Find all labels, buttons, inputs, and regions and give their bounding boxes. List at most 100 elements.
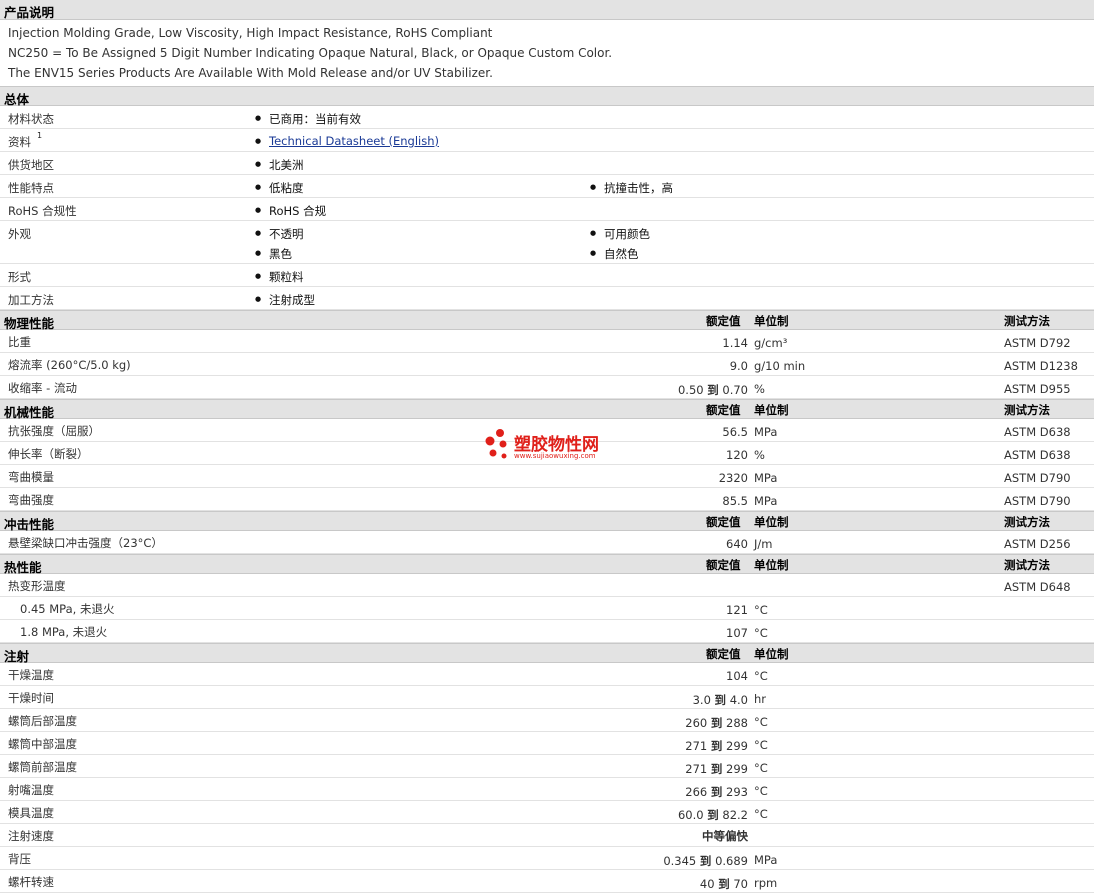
injection-row: 螺筒中部温度 271 到 299 °C <box>0 732 1094 755</box>
header-unit: 单位制 <box>754 558 789 572</box>
property-label: 螺筒后部温度 <box>8 714 77 728</box>
range-separator: 到 <box>710 716 723 730</box>
general-label: 材料状态 <box>8 112 54 126</box>
impact-properties: 悬壁梁缺口冲击强度（23°C） 640 J/m ASTM D256 <box>0 531 1094 554</box>
property-unit: °C <box>754 603 768 617</box>
property-value: 640 <box>726 537 748 551</box>
general-properties: 材料状态 已商用：当前有效资料 1 Technical Datasheet (Engl… <box>0 106 1094 310</box>
property-label: 注射速度 <box>8 829 54 843</box>
property-unit: J/m <box>754 537 773 551</box>
header-nominal: 额定值 <box>706 515 741 529</box>
section-title: 产品说明 <box>4 5 55 20</box>
general-value: 注射成型 <box>255 292 315 308</box>
footnote-marker: 1 <box>37 131 43 140</box>
general-label: 性能特点 <box>8 181 54 195</box>
range-separator: 到 <box>710 762 723 776</box>
physical-row: 收缩率 - 流动 0.50 到 0.70% ASTM D955 <box>0 376 1094 399</box>
property-unit: rpm <box>754 876 778 890</box>
range-separator: 到 <box>718 877 730 891</box>
property-unit: °C <box>754 669 768 683</box>
property-value: 60.0 到 82.2 <box>678 807 748 823</box>
range-from: 3.0 <box>692 693 711 707</box>
range-to: 4.0 <box>729 693 748 707</box>
property-unit: MPa <box>754 425 778 439</box>
section-header-general: 总体 <box>0 86 1094 107</box>
thermal-row: 0.45 MPa, 未退火 121 °C <box>0 597 1094 620</box>
test-method: ASTM D638 <box>1004 425 1071 439</box>
property-value: 266 到 293 <box>685 784 748 800</box>
header-unit: 单位制 <box>754 403 789 417</box>
range-from: 0.50 <box>677 383 704 397</box>
general-value: 北美洲 <box>255 157 303 173</box>
general-value: 颗粒料 <box>255 269 303 285</box>
general-row: 性能特点 低粘度 抗撞击性，高 <box>0 175 1094 198</box>
range-to: 299 <box>726 762 748 776</box>
property-label: 背压 <box>8 852 31 866</box>
property-value: 271 到 299 <box>685 761 748 777</box>
property-label: 悬壁梁缺口冲击强度（23°C） <box>8 536 163 550</box>
injection-row: 螺筒后部温度 260 到 288 °C <box>0 709 1094 732</box>
test-method: ASTM D792 <box>1004 336 1071 350</box>
header-nominal: 额定值 <box>706 403 741 417</box>
header-nominal: 额定值 <box>706 314 741 328</box>
injection-row: 螺筒前部温度 271 到 299 °C <box>0 755 1094 778</box>
section-header-thermal: 热性能 额定值 单位制 测试方法 <box>0 554 1094 575</box>
general-label: 外观 <box>8 227 31 241</box>
injection-row: 干燥温度 104 °C <box>0 663 1094 686</box>
property-unit: MPa <box>754 853 778 867</box>
property-unit: °C <box>754 738 768 752</box>
header-unit: 单位制 <box>754 314 789 328</box>
test-method: ASTM D790 <box>1004 494 1071 508</box>
general-label: 加工方法 <box>8 293 54 307</box>
mechanical-row: 弯曲模量 2320 MPa ASTM D790 <box>0 465 1094 488</box>
property-label: 干燥温度 <box>8 668 54 682</box>
injection-row: 背压 0.345 到 0.689 MPa <box>0 847 1094 870</box>
general-value: 低粘度 <box>255 180 303 196</box>
test-method: ASTM D1238 <box>1004 359 1078 373</box>
property-value: 9.0 <box>729 359 748 373</box>
description-line: NC250 = To Be Assigned 5 Digit Number In… <box>8 46 613 60</box>
section-header-physical: 物理性能 额定值 单位制 测试方法 <box>0 310 1094 331</box>
range-separator: 到 <box>707 383 719 397</box>
range-from: 0.345 <box>663 854 697 868</box>
header-method: 测试方法 <box>1004 558 1050 572</box>
physical-properties: 比重 1.14 g/cm³ ASTM D792 熔流率 (260°C/5.0 kg) 9.… <box>0 330 1094 399</box>
general-value: 可用颜色 <box>590 226 650 242</box>
datasheet-link[interactable]: Technical Datasheet (English) <box>269 134 439 148</box>
property-unit: hr <box>754 692 767 706</box>
test-method: ASTM D638 <box>1004 448 1071 462</box>
range-to: 0.70 <box>722 383 748 397</box>
property-value: 104 <box>726 669 748 683</box>
mechanical-row: 弯曲强度 85.5 MPa ASTM D790 <box>0 488 1094 511</box>
section-header-description: 产品说明 <box>0 0 1094 20</box>
range-from: 60.0 <box>677 808 704 822</box>
general-row: 供货地区 北美洲 <box>0 152 1094 175</box>
property-label: 收缩率 - 流动 <box>8 381 77 395</box>
property-value: 107 <box>726 626 748 640</box>
header-nominal: 额定值 <box>706 647 741 661</box>
property-value: 260 到 288 <box>685 715 748 731</box>
physical-row: 熔流率 (260°C/5.0 kg) 9.0 g/10 min ASTM D1238 <box>0 353 1094 376</box>
property-value: 0.345 到 0.689 <box>663 853 748 869</box>
watermark-url: www.sujiaowuxing.com <box>514 452 596 460</box>
header-unit: 单位制 <box>754 515 789 529</box>
general-label: 资料 <box>8 135 31 149</box>
injection-row: 模具温度 60.0 到 82.2 °C <box>0 801 1094 824</box>
property-value: 121 <box>726 603 748 617</box>
general-value: 不透明 <box>255 226 303 242</box>
test-method: ASTM D648 <box>1004 580 1071 594</box>
general-row: 形式 颗粒料 <box>0 264 1094 287</box>
property-unit: % <box>754 448 765 462</box>
header-method: 测试方法 <box>1004 515 1050 529</box>
physical-row: 比重 1.14 g/cm³ ASTM D792 <box>0 330 1094 353</box>
range-to: 288 <box>726 716 748 730</box>
section-header-mechanical: 机械性能 额定值 单位制 测试方法 <box>0 399 1094 420</box>
range-from: 266 <box>685 785 708 799</box>
property-value: 中等偏快 <box>702 829 748 843</box>
range-separator: 到 <box>699 854 712 868</box>
property-label: 热变形温度 <box>8 579 66 593</box>
property-label: 熔流率 (260°C/5.0 kg) <box>8 358 131 372</box>
property-label: 干燥时间 <box>8 691 54 705</box>
range-separator: 到 <box>710 785 723 799</box>
description-line: The ENV15 Series Products Are Available … <box>8 66 493 80</box>
